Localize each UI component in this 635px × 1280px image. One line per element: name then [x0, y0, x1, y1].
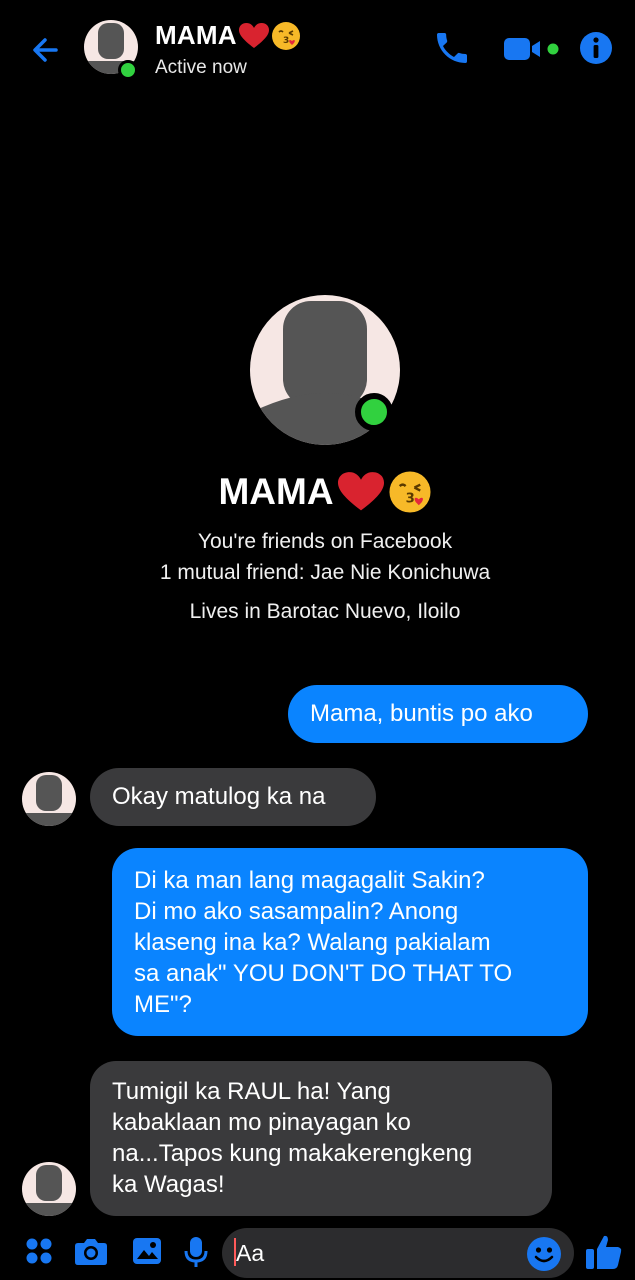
message-line: kabaklaan mo pinayagan ko: [112, 1109, 411, 1136]
microphone-icon: [184, 1237, 208, 1267]
info-button[interactable]: [578, 28, 614, 68]
back-button[interactable]: [26, 30, 66, 70]
camera-icon: [75, 1239, 107, 1265]
messenger-chat-screen: MAMA 3 Active now MAMA 3 You're friends …: [0, 0, 635, 1280]
sender-avatar[interactable]: [22, 1162, 76, 1216]
kissing-face-icon: 3: [271, 21, 300, 50]
voice-message-button[interactable]: [184, 1236, 208, 1273]
profile-online-indicator: [355, 393, 393, 431]
emoji-button[interactable]: [526, 1236, 562, 1272]
message-text: Okay matulog ka na: [112, 783, 326, 810]
profile-name-text: MAMA: [218, 471, 334, 512]
active-status: Active now: [155, 57, 247, 78]
message-line: Di mo ako sasampalin? Anong: [134, 898, 459, 925]
mutual-friend-text: 1 mutual friend: Jae Nie Konichuwa: [159, 561, 491, 584]
thumbs-up-icon: [586, 1235, 622, 1269]
message-line: ka Wagas!: [112, 1171, 225, 1198]
message-line: sa anak" YOU DON'T DO THAT TO: [134, 960, 513, 987]
sender-avatar[interactable]: [22, 772, 76, 826]
chat-header: MAMA 3 Active now: [0, 0, 635, 96]
svg-text:3: 3: [283, 36, 289, 46]
message-bubble-outgoing[interactable]: Mama, buntis po ako: [288, 685, 588, 743]
phone-icon: [437, 33, 467, 63]
message-input[interactable]: Aa: [222, 1228, 574, 1278]
contact-name-text: MAMA: [155, 20, 237, 50]
message-bubble-incoming[interactable]: Tumigil ka RAUL ha! Yang kabaklaan mo pi…: [90, 1061, 552, 1216]
svg-text:3: 3: [405, 491, 414, 506]
info-icon: [580, 32, 612, 64]
gallery-button[interactable]: [132, 1236, 162, 1271]
contact-name: MAMA 3: [155, 20, 301, 51]
gallery-icon: [133, 1238, 161, 1264]
online-indicator: [118, 60, 138, 80]
message-bubble-incoming[interactable]: Okay matulog ka na: [90, 768, 376, 826]
like-button[interactable]: [584, 1232, 624, 1272]
red-heart-icon: [238, 22, 269, 48]
back-arrow-icon: [33, 38, 58, 62]
message-line: klaseng ina ka? Walang pakialam: [134, 929, 491, 956]
message-line: Di ka man lang magagalit Sakin?: [134, 867, 485, 894]
message-line: ME"?: [134, 991, 192, 1018]
video-call-button[interactable]: [502, 28, 564, 68]
message-line: Tumigil ka RAUL ha! Yang: [112, 1078, 391, 1105]
emoji-icon: [527, 1237, 561, 1271]
message-line: na...Tapos kung makakerengkeng: [112, 1140, 473, 1167]
lives-in-text: Lives in Barotac Nuevo, Iloilo: [189, 600, 461, 623]
friends-on-facebook-text: You're friends on Facebook: [197, 530, 453, 553]
apps-button[interactable]: [24, 1236, 54, 1271]
red-heart-icon: [337, 472, 384, 511]
message-text: Mama, buntis po ako: [310, 700, 533, 727]
profile-name: MAMA 3: [0, 470, 635, 514]
kissing-face-icon: 3: [389, 471, 431, 513]
message-input-placeholder: Aa: [236, 1240, 265, 1266]
apps-grid-icon: [26, 1238, 52, 1264]
voice-call-button[interactable]: [432, 28, 472, 68]
message-bubble-outgoing[interactable]: Di ka man lang magagalit Sakin? Di mo ak…: [112, 848, 588, 1036]
camera-button[interactable]: [74, 1236, 108, 1271]
video-camera-icon: [504, 38, 559, 60]
